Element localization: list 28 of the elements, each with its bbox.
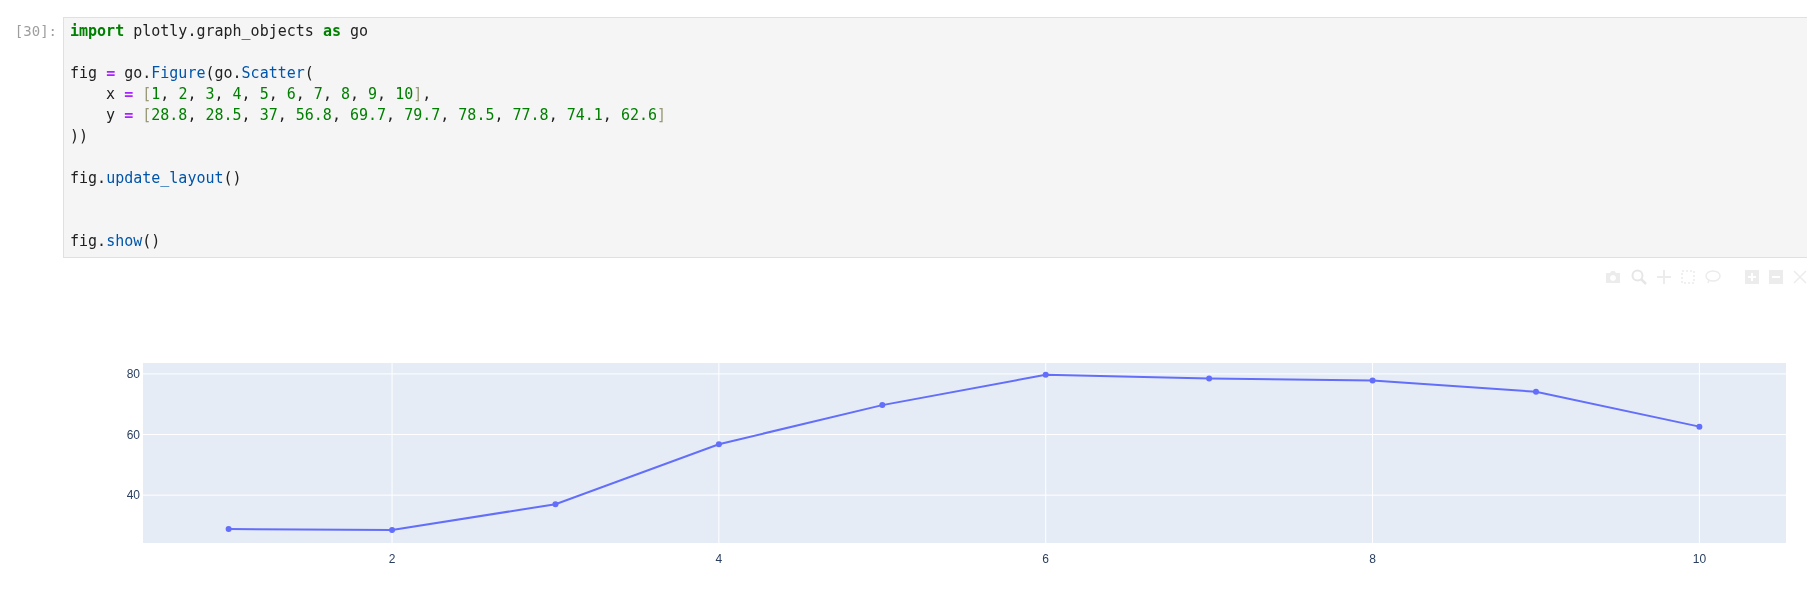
x-tick-label: 2	[388, 552, 396, 566]
code-line: fig.show()	[70, 231, 162, 252]
code-line: fig.update_layout()	[70, 168, 243, 189]
zoom-icon[interactable]	[1631, 269, 1647, 285]
y-tick-label: 60	[126, 427, 140, 442]
code-line: x = [1, 2, 3, 4, 5, 6, 7, 8, 9, 10],	[105, 84, 433, 105]
y-tick-label: 80	[126, 366, 140, 381]
data-point	[879, 402, 886, 409]
data-point	[715, 441, 722, 448]
code-line: ))	[70, 126, 90, 147]
code-line: y = [28.8, 28.5, 37, 56.8, 69.7, 79.7, 78.5, 77.8, 74.1, 62.6]	[105, 105, 668, 126]
data-point	[225, 526, 232, 533]
data-point	[1042, 371, 1049, 378]
x-tick-label: 8	[1369, 552, 1376, 566]
x-tick-label: 10	[1692, 552, 1707, 566]
data-point	[1206, 375, 1213, 382]
x-tick-label: 6	[1042, 552, 1050, 566]
data-point	[1369, 377, 1376, 384]
data-point	[1532, 388, 1539, 395]
data-point	[389, 526, 396, 533]
cell-prompt: [30]:	[13, 22, 57, 41]
x-tick-label: 4	[715, 552, 723, 566]
code-line: fig = go.Figure(go.Scatter(	[70, 63, 315, 84]
data-point	[552, 501, 559, 508]
code-cell[interactable]: import plotly.graph_objects as go fig = go.Figure(go.Scatter( x = [1, 2, 3, 4, 5, 6, 7, 8, 9, 10], y = [28.8, 28.5, 37, 56.8, 69.7, 79.7, 78.5, 77.8, 74.1, 62.6] )) fig.update_layout() fig.show()	[63, 17, 1807, 258]
code-line: import plotly.graph_objects as go	[70, 21, 370, 42]
data-point	[1696, 423, 1703, 430]
y-tick-label: 40	[126, 488, 140, 503]
